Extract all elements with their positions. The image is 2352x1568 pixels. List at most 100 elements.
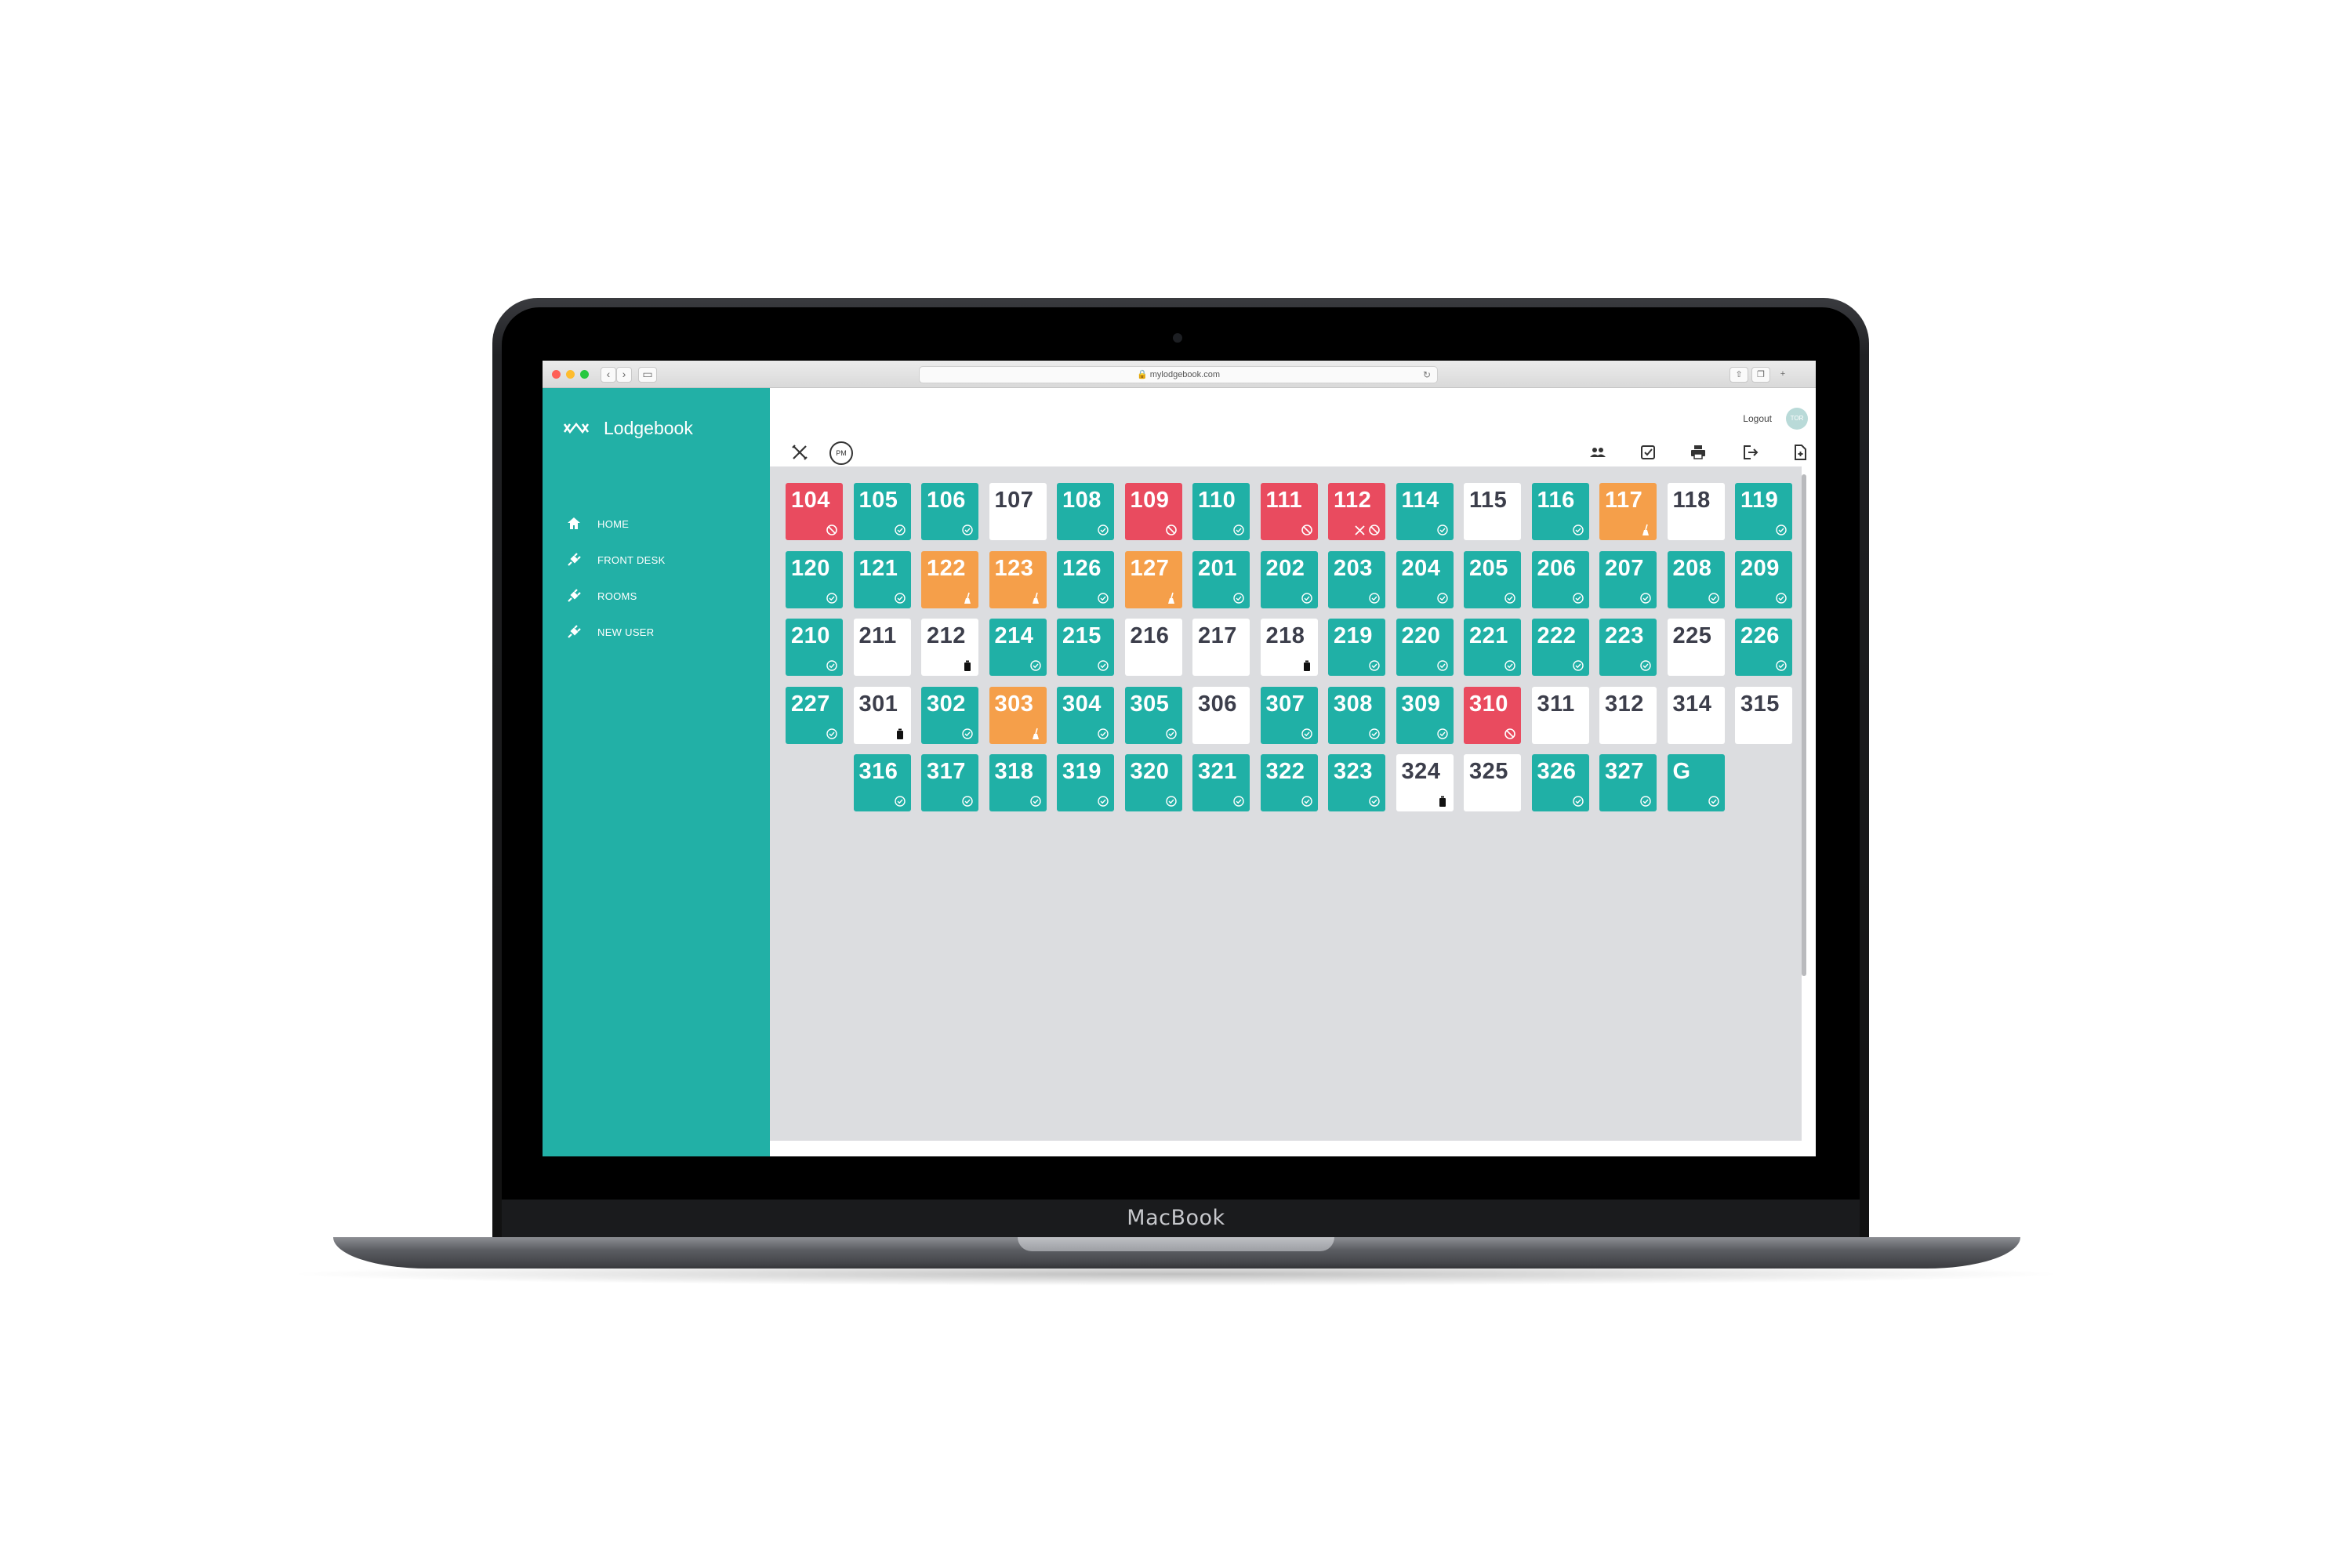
room-tile[interactable]: 206 [1531,550,1589,608]
room-tile[interactable]: 316 [853,754,911,811]
room-tile[interactable]: 120 [786,550,843,608]
room-tile[interactable]: 126 [1057,550,1114,608]
room-tile[interactable]: 223 [1599,619,1657,676]
room-tile[interactable]: 321 [1192,754,1250,811]
room-tile[interactable]: 205 [1464,550,1521,608]
room-tile[interactable]: 123 [989,550,1047,608]
room-tile[interactable]: 208 [1667,550,1725,608]
sidebar-item-rooms[interactable]: ROOMS [566,578,666,614]
room-tile[interactable]: 117 [1599,483,1657,540]
sidebar-item-new-user[interactable]: NEW USER [566,614,666,650]
room-tile[interactable]: 122 [921,550,978,608]
room-tile[interactable]: 315 [1735,686,1792,744]
room-tile[interactable]: 323 [1328,754,1385,811]
tabs-button[interactable]: ❐ [1751,367,1770,383]
room-tile[interactable]: 112 [1328,483,1385,540]
room-tile[interactable]: 216 [1124,619,1182,676]
room-tile[interactable]: 111 [1260,483,1318,540]
room-tile[interactable]: 218 [1260,619,1318,676]
room-tile[interactable]: 114 [1396,483,1454,540]
room-tile[interactable]: 106 [921,483,978,540]
room-tile[interactable]: 314 [1667,686,1725,744]
room-tile[interactable]: 322 [1260,754,1318,811]
brand[interactable]: Lodgebook [563,418,693,439]
logout-link[interactable]: Logout [1743,413,1772,424]
room-tile[interactable]: 309 [1396,686,1454,744]
room-tile[interactable]: 108 [1057,483,1114,540]
room-tile[interactable]: 127 [1124,550,1182,608]
room-tile[interactable]: 221 [1464,619,1521,676]
room-tile[interactable]: 311 [1531,686,1589,744]
room-tile[interactable]: 312 [1599,686,1657,744]
zoom-window-button[interactable] [580,370,589,379]
room-tile[interactable]: 201 [1192,550,1250,608]
room-tile[interactable]: 226 [1735,619,1792,676]
room-tile[interactable]: 110 [1192,483,1250,540]
room-tile[interactable]: 209 [1735,550,1792,608]
forward-button[interactable]: › [616,367,632,383]
room-tile[interactable]: 227 [786,686,843,744]
room-tile[interactable]: 222 [1531,619,1589,676]
room-tile[interactable]: 302 [921,686,978,744]
sidebar-item-front-desk[interactable]: FRONT DESK [566,542,666,578]
room-tile[interactable]: 307 [1260,686,1318,744]
add-document-button[interactable] [1791,443,1813,465]
print-button[interactable] [1689,443,1711,465]
room-tile[interactable]: 304 [1057,686,1114,744]
room-tile[interactable]: 107 [989,483,1047,540]
address-bar[interactable]: 🔒 mylodgebook.com ↻ [919,366,1438,383]
room-tile[interactable]: G [1667,754,1725,811]
room-tile[interactable]: 104 [786,483,843,540]
minimize-window-button[interactable] [566,370,575,379]
room-tile[interactable]: 118 [1667,483,1725,540]
room-tile[interactable]: 207 [1599,550,1657,608]
room-tile[interactable]: 109 [1124,483,1182,540]
room-tile[interactable]: 211 [853,619,911,676]
checklist-button[interactable] [1639,443,1661,465]
room-tile[interactable]: 317 [921,754,978,811]
room-tile[interactable]: 115 [1464,483,1521,540]
room-tile[interactable]: 215 [1057,619,1114,676]
room-tile[interactable]: 308 [1328,686,1385,744]
close-window-button[interactable] [552,370,561,379]
export-button[interactable] [1740,443,1762,465]
room-tile[interactable]: 327 [1599,754,1657,811]
sidebar-toggle-button[interactable]: ▭ [638,367,657,383]
users-button[interactable] [1588,443,1610,465]
back-button[interactable]: ‹ [601,367,616,383]
room-tile[interactable]: 219 [1328,619,1385,676]
room-tile[interactable]: 217 [1192,619,1250,676]
room-tile[interactable]: 210 [786,619,843,676]
new-tab-button[interactable]: + [1777,367,1789,381]
room-tile[interactable]: 301 [853,686,911,744]
room-tile[interactable]: 320 [1124,754,1182,811]
room-tile[interactable]: 119 [1735,483,1792,540]
room-tile[interactable]: 318 [989,754,1047,811]
share-button[interactable]: ⇧ [1730,367,1748,383]
room-tile[interactable]: 319 [1057,754,1114,811]
reload-icon[interactable]: ↻ [1423,367,1431,383]
room-tile[interactable]: 326 [1531,754,1589,811]
sidebar-item-home[interactable]: HOME [566,506,666,542]
room-tile[interactable]: 203 [1328,550,1385,608]
room-tile[interactable]: 325 [1464,754,1521,811]
room-tile[interactable]: 105 [853,483,911,540]
room-tile[interactable]: 225 [1667,619,1725,676]
room-tile[interactable]: 305 [1124,686,1182,744]
room-tile[interactable]: 204 [1396,550,1454,608]
room-tile[interactable]: 324 [1396,754,1454,811]
lock-icon: 🔒 [1136,370,1148,379]
room-tile[interactable]: 214 [989,619,1047,676]
room-tile[interactable]: 116 [1531,483,1589,540]
room-tile[interactable]: 212 [921,619,978,676]
room-tile[interactable]: 310 [1464,686,1521,744]
room-tile[interactable]: 121 [853,550,911,608]
avatar[interactable]: TOR [1786,408,1808,430]
room-tile[interactable]: 220 [1396,619,1454,676]
room-tile[interactable]: 303 [989,686,1047,744]
scrollbar[interactable] [1802,474,1806,976]
maintenance-tools-button[interactable] [790,443,812,465]
room-tile[interactable]: 202 [1260,550,1318,608]
room-tile[interactable]: 306 [1192,686,1250,744]
pm-button[interactable]: PM [829,441,853,465]
